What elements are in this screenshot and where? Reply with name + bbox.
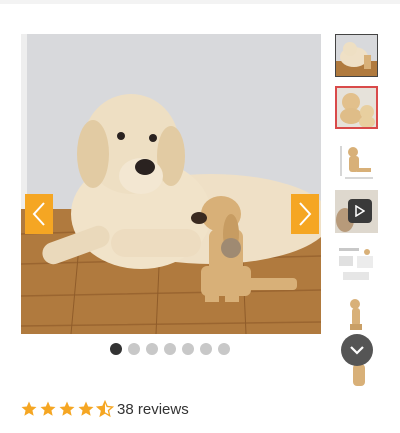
thumb-instructions[interactable]: [335, 242, 378, 285]
star-full-icon: [21, 401, 37, 416]
reviews-count-link[interactable]: 38 reviews: [117, 401, 189, 418]
pagination-dot-3[interactable]: [146, 343, 158, 355]
chevron-right-icon: [299, 202, 312, 226]
star-full-icon: [40, 401, 56, 416]
star-full-icon: [59, 401, 75, 416]
chevron-left-icon: [32, 202, 45, 226]
product-gallery-page: 38 reviews: [0, 0, 400, 433]
previous-image-button[interactable]: [25, 194, 53, 234]
golden-retriever-photo: [21, 34, 321, 334]
pagination-dot-6[interactable]: [200, 343, 212, 355]
next-image-button[interactable]: [291, 194, 319, 234]
product-rating: 38 reviews: [20, 400, 189, 418]
star-half-icon: [96, 400, 114, 418]
thumb-dimensions-diagram[interactable]: [335, 138, 378, 181]
thumb-video[interactable]: [335, 190, 378, 233]
scroll-thumbnails-down-button[interactable]: [341, 334, 373, 366]
pagination-dot-1[interactable]: [110, 343, 122, 355]
thumb-block-dog-side[interactable]: [335, 294, 378, 337]
main-product-image[interactable]: [21, 34, 321, 334]
thumb-dog-photo[interactable]: [335, 34, 378, 77]
pagination-dot-2[interactable]: [128, 343, 140, 355]
pagination-dot-7[interactable]: [218, 343, 230, 355]
pagination-dot-4[interactable]: [164, 343, 176, 355]
pagination-dot-5[interactable]: [182, 343, 194, 355]
top-divider: [0, 0, 400, 4]
star-rating: [20, 400, 114, 418]
star-full-icon: [78, 401, 94, 416]
play-icon: [348, 199, 372, 223]
thumb-two-dogs[interactable]: [335, 86, 378, 129]
image-pagination-dots: [110, 343, 230, 355]
chevron-down-icon: [350, 346, 364, 355]
